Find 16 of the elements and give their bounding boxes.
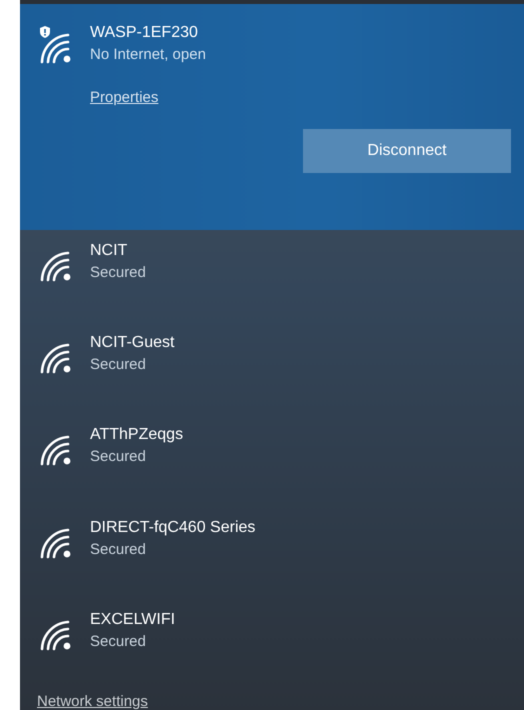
network-name[interactable]: NCIT xyxy=(90,242,146,260)
network-status: No Internet, open xyxy=(90,46,206,63)
network-status: Secured xyxy=(90,448,147,466)
disconnect-button[interactable]: Disconnect xyxy=(303,129,511,173)
network-status: Secured xyxy=(90,264,146,281)
connected-network-item[interactable]: WASP-1EF230 No Internet, open Properties Disconnect xyxy=(20,4,524,230)
properties-link[interactable]: Properties xyxy=(90,89,158,106)
network-settings-link[interactable]: Network settings xyxy=(37,692,148,710)
network-status: Secured xyxy=(90,540,147,558)
network-name[interactable]: ATThPZeqgs xyxy=(90,426,184,444)
network-name[interactable]: NCIT-Guest xyxy=(90,334,174,352)
network-status: Secured xyxy=(90,632,147,650)
network-status: Secured xyxy=(90,356,147,374)
network-name[interactable]: EXCELWIFI xyxy=(90,610,176,629)
network-name: WASP-1EF230 xyxy=(90,24,199,42)
network-name[interactable]: DIRECT-fqC460 Series xyxy=(90,518,256,537)
